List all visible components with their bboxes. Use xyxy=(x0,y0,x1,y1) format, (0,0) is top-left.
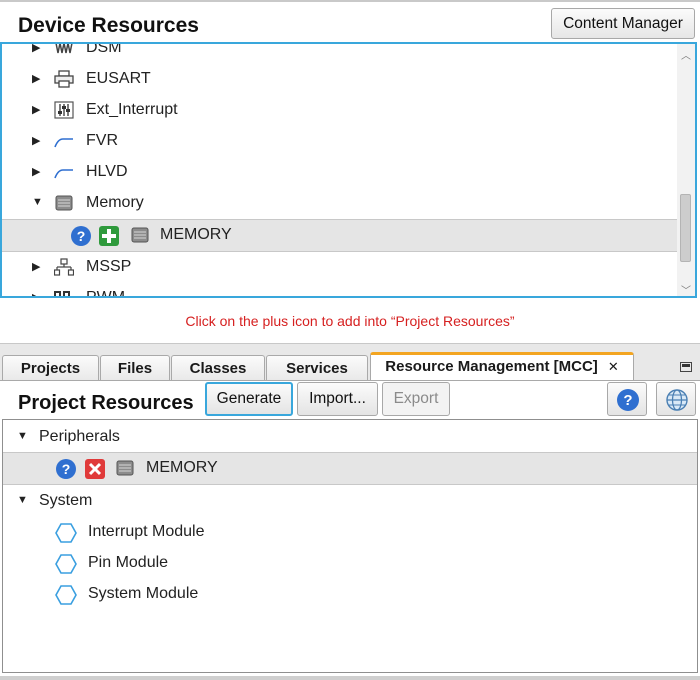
network-tree-icon xyxy=(54,258,74,276)
hexagon-module-icon xyxy=(55,585,77,605)
tree-item-fvr[interactable]: ▶ FVR xyxy=(2,126,675,156)
tree-item-memory[interactable]: ? MEMORY xyxy=(2,219,677,252)
tab-label: Files xyxy=(117,360,153,377)
system-item-label: System Module xyxy=(88,585,199,602)
export-button[interactable]: Export xyxy=(382,382,450,416)
vertical-scrollbar[interactable]: ︿ ﹀ xyxy=(677,44,695,296)
tree-item-ext-interrupt[interactable]: ▶ Ext_Interrupt xyxy=(2,95,675,125)
globe-icon xyxy=(666,389,688,411)
dsm-waveform-icon xyxy=(55,44,73,54)
help-button[interactable]: ? xyxy=(607,382,647,416)
collapse-arrow-icon[interactable]: ▼ xyxy=(17,430,28,442)
minimize-window-icon[interactable] xyxy=(680,362,692,372)
interrupt-sliders-icon xyxy=(54,101,74,119)
tree-item-label: MSSP xyxy=(86,258,132,275)
tab-label: Services xyxy=(286,360,348,377)
hexagon-module-icon xyxy=(55,523,77,543)
voltage-curve-icon xyxy=(54,169,73,179)
expand-arrow-icon[interactable]: ▶ xyxy=(32,165,40,178)
chip-icon xyxy=(116,460,134,476)
device-resources-tree[interactable]: ▶ DSM ▶ EUSART ▶ Ext_Interrupt ▶ FVR ▶ H… xyxy=(0,42,697,298)
pwm-pulse-icon xyxy=(54,291,70,296)
tab-projects[interactable]: Projects xyxy=(2,355,99,380)
tree-item-mssp[interactable]: ▶ MSSP xyxy=(2,252,675,282)
svg-text:?: ? xyxy=(62,461,71,477)
scroll-up-icon[interactable]: ︿ xyxy=(681,47,691,62)
tree-group-system[interactable]: ▼ System xyxy=(3,486,697,516)
device-resources-title: Device Resources xyxy=(18,14,199,37)
tree-item-label: Ext_Interrupt xyxy=(86,101,178,118)
remove-x-icon[interactable] xyxy=(84,458,106,480)
expand-arrow-icon[interactable]: ▶ xyxy=(32,72,40,85)
tab-label: Projects xyxy=(20,360,81,377)
tree-group-label: System xyxy=(39,492,93,509)
tab-resource-management[interactable]: Resource Management [MCC] ✕ xyxy=(370,352,634,380)
system-item-interrupt-module[interactable]: Interrupt Module xyxy=(3,517,697,547)
system-item-system-module[interactable]: System Module xyxy=(3,579,697,609)
help-icon[interactable]: ? xyxy=(70,225,92,247)
globe-button[interactable] xyxy=(656,382,696,416)
hexagon-module-icon xyxy=(55,554,77,574)
tree-item-eusart[interactable]: ▶ EUSART xyxy=(2,64,675,94)
chip-icon xyxy=(131,227,149,243)
content-manager-button[interactable]: Content Manager xyxy=(551,8,695,39)
collapse-arrow-icon[interactable]: ▼ xyxy=(17,494,28,506)
panel-top-divider xyxy=(0,0,700,2)
panel-bottom-edge xyxy=(0,676,700,680)
generate-button[interactable]: Generate xyxy=(205,382,293,416)
svg-text:?: ? xyxy=(623,392,632,409)
svg-text:?: ? xyxy=(77,228,86,244)
project-resources-title: Project Resources xyxy=(18,392,194,414)
scroll-down-icon[interactable]: ﹀ xyxy=(681,282,691,296)
import-button[interactable]: Import... xyxy=(297,382,378,416)
project-item-label: MEMORY xyxy=(146,459,218,476)
help-icon: ? xyxy=(617,389,639,411)
project-resources-tree[interactable]: ▼ Peripherals ? MEMORY ▼ System Interrup… xyxy=(2,419,698,673)
tree-item-label: PWM xyxy=(86,289,126,298)
expand-arrow-icon[interactable]: ▶ xyxy=(32,44,40,54)
chip-icon xyxy=(55,195,73,211)
tree-group-label: Peripherals xyxy=(39,428,120,445)
system-item-label: Pin Module xyxy=(88,554,169,571)
tree-item-dsm[interactable]: ▶ DSM xyxy=(2,42,675,63)
expand-arrow-icon[interactable]: ▶ xyxy=(32,260,40,273)
expand-arrow-icon[interactable]: ▶ xyxy=(32,103,40,116)
tree-item-label: HLVD xyxy=(86,163,128,180)
tree-item-label: FVR xyxy=(86,132,118,149)
add-plus-icon[interactable] xyxy=(98,225,120,247)
instruction-caption: Click on the plus icon to add into “Proj… xyxy=(185,313,515,329)
system-item-pin-module[interactable]: Pin Module xyxy=(3,548,697,578)
expand-arrow-icon[interactable]: ▶ xyxy=(32,291,40,296)
printer-icon xyxy=(54,70,74,88)
expand-arrow-icon[interactable]: ▶ xyxy=(32,134,40,147)
voltage-curve-icon xyxy=(54,138,73,148)
project-item-memory[interactable]: ? MEMORY xyxy=(3,452,697,485)
tab-label: Classes xyxy=(189,360,247,377)
tree-item-label: DSM xyxy=(86,42,122,56)
close-icon[interactable]: ✕ xyxy=(608,359,619,374)
scrollbar-thumb[interactable] xyxy=(680,194,691,262)
tree-item-label: EUSART xyxy=(86,70,151,87)
tree-item-memory-group[interactable]: ▼ Memory xyxy=(2,188,675,218)
tree-item-pwm[interactable]: ▶ PWM xyxy=(2,283,675,298)
tab-label: Resource Management [MCC] xyxy=(385,358,598,375)
system-item-label: Interrupt Module xyxy=(88,523,205,540)
tree-group-peripherals[interactable]: ▼ Peripherals xyxy=(3,422,697,452)
tab-services[interactable]: Services xyxy=(266,355,368,380)
help-icon[interactable]: ? xyxy=(55,458,77,480)
tab-files[interactable]: Files xyxy=(100,355,170,380)
tree-item-hlvd[interactable]: ▶ HLVD xyxy=(2,157,675,187)
tree-item-label: Memory xyxy=(86,194,144,211)
tree-item-label: MEMORY xyxy=(160,226,232,243)
collapse-arrow-icon[interactable]: ▼ xyxy=(32,196,43,208)
tab-classes[interactable]: Classes xyxy=(171,355,265,380)
